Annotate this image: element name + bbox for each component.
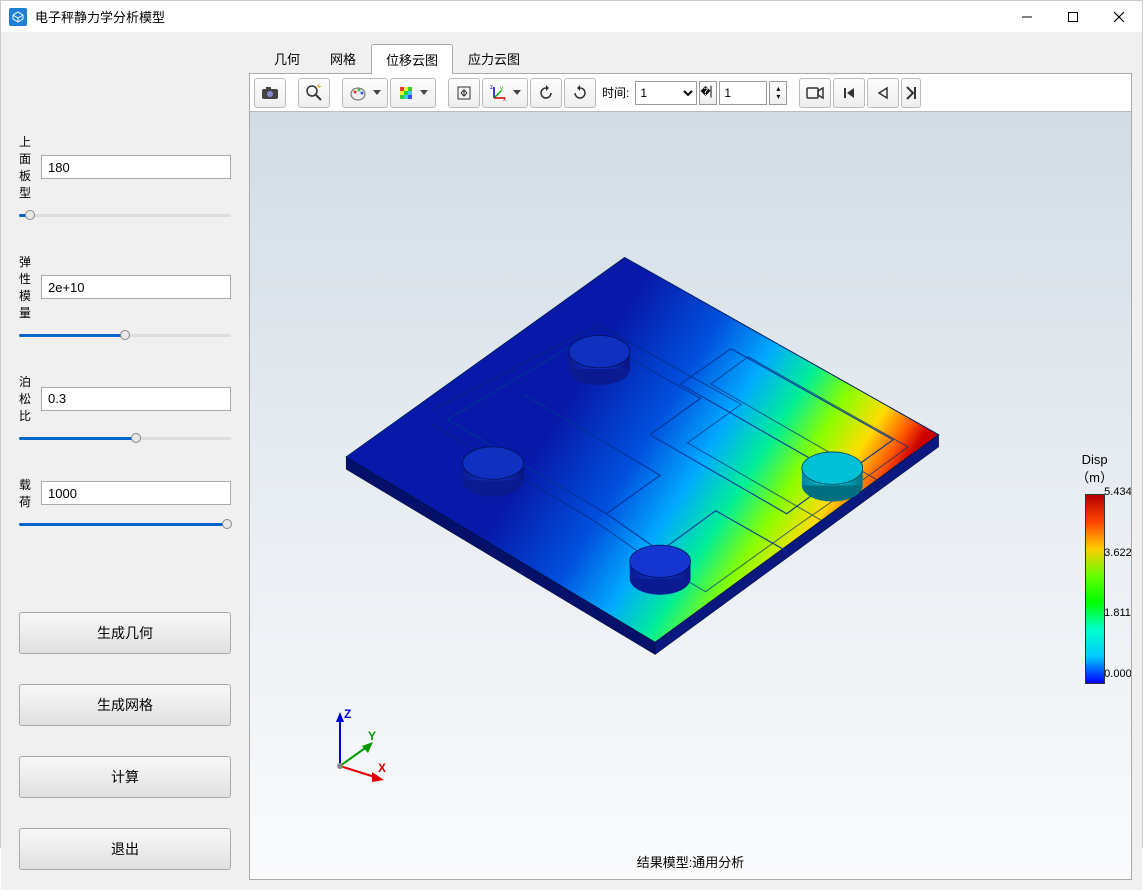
time-select[interactable]: 1 (635, 81, 697, 105)
play-reverse-button[interactable] (867, 78, 899, 108)
param-input-poisson[interactable] (41, 387, 231, 411)
rotate-ccw-button[interactable] (530, 78, 562, 108)
tab-mesh[interactable]: 网格 (315, 43, 371, 73)
time-step-end-button[interactable]: �▏ (699, 81, 717, 105)
tabs: 几何 网格 位移云图 应力云图 (249, 43, 1132, 73)
legend-tick: 0.000e+00 (1104, 668, 1131, 680)
param-slider-poisson[interactable] (19, 430, 231, 446)
close-button[interactable] (1096, 1, 1142, 33)
param-label-poisson: 泊松比 (19, 373, 41, 424)
svg-text:X: X (378, 761, 386, 775)
param-slider-modulus[interactable] (19, 327, 231, 343)
colormap-button[interactable] (390, 78, 436, 108)
record-button[interactable] (799, 78, 831, 108)
param-input-plate[interactable] (41, 155, 231, 179)
svg-text:z: z (490, 85, 493, 91)
svg-text:Z: Z (344, 707, 351, 721)
color-legend: Disp （m） 5.434e-04 3.622e-04 1.811e-04 0… (1076, 452, 1113, 684)
generate-geometry-button[interactable]: 生成几何 (19, 612, 231, 654)
time-spin-up-button[interactable]: ▴▾ (769, 81, 787, 105)
more-button[interactable] (901, 78, 921, 108)
tab-stress[interactable]: 应力云图 (453, 43, 535, 73)
toolbar: xy z 时间: 1 �▏ 1 ▴▾ (250, 74, 1131, 112)
time-label: 时间: (602, 84, 629, 101)
palette-button[interactable] (342, 78, 388, 108)
minimize-button[interactable] (1004, 1, 1050, 33)
rotate-cw-button[interactable] (564, 78, 596, 108)
exit-button[interactable]: 退出 (19, 828, 231, 870)
generate-mesh-button[interactable]: 生成网格 (19, 684, 231, 726)
time-spin[interactable]: 1 (719, 81, 767, 105)
tab-geometry[interactable]: 几何 (259, 43, 315, 73)
svg-text:y: y (500, 86, 503, 92)
tab-displacement[interactable]: 位移云图 (371, 44, 453, 74)
param-input-modulus[interactable] (41, 275, 231, 299)
param-label-modulus: 弹性模量 (19, 253, 41, 321)
legend-tick: 3.622e-04 (1104, 547, 1131, 559)
app-icon (9, 8, 27, 26)
param-label-load: 载荷 (19, 476, 41, 510)
param-label-plate: 上面板型 (19, 133, 41, 201)
maximize-button[interactable] (1050, 1, 1096, 33)
legend-title-2: （m） (1076, 467, 1113, 486)
axis-view-button[interactable]: xy z (482, 78, 528, 108)
param-slider-load[interactable] (19, 516, 231, 532)
screenshot-button[interactable] (254, 78, 286, 108)
svg-text:Y: Y (368, 729, 376, 743)
sidebar: 上面板型 弹性模量 泊松比 载荷 (1, 33, 249, 890)
viewport-3d[interactable]: Z Y X Disp （m） (250, 112, 1131, 879)
svg-text:x: x (503, 97, 506, 102)
viewport-caption: 结果模型:通用分析 (250, 852, 1131, 871)
titlebar: 电子秤静力学分析模型 (1, 1, 1142, 33)
window-title: 电子秤静力学分析模型 (35, 7, 1004, 26)
legend-tick: 5.434e-04 (1104, 486, 1131, 498)
legend-bar (1085, 494, 1105, 684)
skip-start-button[interactable] (833, 78, 865, 108)
param-slider-plate[interactable] (19, 207, 231, 223)
zoom-button[interactable] (298, 78, 330, 108)
fit-view-button[interactable] (448, 78, 480, 108)
compute-button[interactable]: 计算 (19, 756, 231, 798)
param-input-load[interactable] (41, 481, 231, 505)
legend-title-1: Disp (1076, 452, 1113, 467)
legend-tick: 1.811e-04 (1104, 607, 1131, 619)
axis-triad: Z Y X (320, 706, 400, 789)
